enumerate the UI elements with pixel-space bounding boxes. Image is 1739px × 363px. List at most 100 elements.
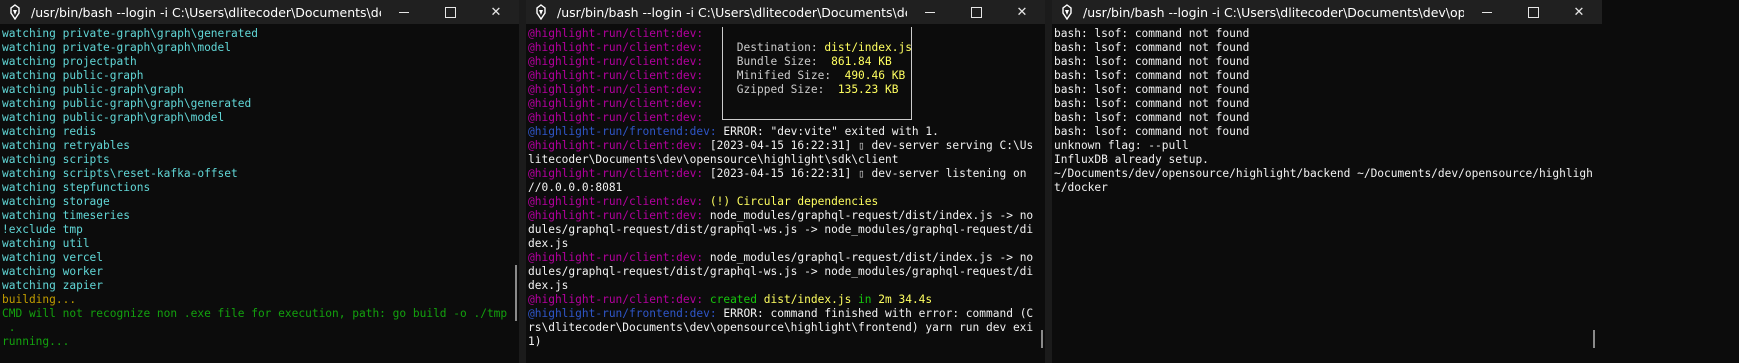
terminal-line: watching stepfunctions <box>2 181 507 195</box>
terminal-line: !exclude tmp <box>2 223 507 237</box>
terminal-window-1[interactable]: /usr/bin/bash --login -i C:\Users\dlitec… <box>0 0 519 363</box>
terminal-text: @highlight-run/client:dev: <box>528 41 704 54</box>
terminal-line: running... <box>2 335 507 349</box>
scrollbar-thumb[interactable] <box>1041 330 1043 348</box>
terminal-text: bash: lsof: command not found <box>1054 111 1250 124</box>
terminal-text: //0.0.0.0:8081 <box>528 181 623 194</box>
terminal-line: bash: lsof: command not found <box>1054 111 1594 125</box>
terminal-text: unknown flag: --pull <box>1054 139 1189 152</box>
maximize-button[interactable] <box>1510 0 1556 24</box>
terminal-text: InfluxDB already setup. <box>1054 153 1209 166</box>
terminal-text: watching private-graph\graph\model <box>2 41 232 54</box>
titlebar[interactable]: /usr/bin/bash --login -i C:\Users\dlitec… <box>526 0 1045 24</box>
terminal-line: bash: lsof: command not found <box>1054 125 1594 139</box>
terminal-line: watching scripts\reset-kafka-offset <box>2 167 507 181</box>
terminal-text: dev-server serving C:\Users\d <box>871 139 1033 152</box>
terminal-text: watching timeseries <box>2 209 130 222</box>
terminal-text: bash: lsof: command not found <box>1054 83 1250 96</box>
terminal-text: @highlight-run/client:dev: <box>528 55 704 68</box>
terminal-text: @highlight-run/client:dev: <box>528 83 704 96</box>
terminal-line: ~/Documents/dev/opensource/highlight/bac… <box>1054 167 1594 181</box>
terminal-line: @highlight-run/client:dev: node_modules/… <box>528 209 1033 223</box>
terminal-text: in <box>851 293 879 306</box>
terminal-text: watching retryables <box>2 139 130 152</box>
minimize-button[interactable] <box>1464 0 1510 24</box>
maximize-icon <box>444 6 456 18</box>
close-button[interactable]: ✕ <box>1556 0 1602 24</box>
terminal-text: watching private-graph\graph\generated <box>2 27 258 40</box>
terminal-text: @highlight-run/client:dev: <box>528 209 704 222</box>
terminal-text: bash: lsof: command not found <box>1054 125 1250 138</box>
terminal-line: dex.js <box>528 237 1033 251</box>
terminal-text: watching vercel <box>2 251 104 264</box>
terminal-text: rs\dlitecoder\Documents\dev\opensource\h… <box>528 321 1033 334</box>
terminal-line: watching worker <box>2 265 507 279</box>
terminal-text: bash: lsof: command not found <box>1054 97 1250 110</box>
terminal-output[interactable]: watching private-graph\graph\generated wa… <box>0 27 507 363</box>
terminal-line: 1) <box>528 335 1033 349</box>
terminal-text: created <box>703 293 764 306</box>
close-button[interactable]: ✕ <box>999 0 1045 24</box>
terminal-window-2[interactable]: /usr/bin/bash --login -i C:\Users\dlitec… <box>526 0 1045 363</box>
terminal-line: //0.0.0.0:8081 <box>528 181 1033 195</box>
terminal-line: @highlight-run/client:dev: [2023-04-15 1… <box>528 139 1033 153</box>
terminal-text: watching stepfunctions <box>2 181 151 194</box>
close-icon: ✕ <box>1016 4 1028 20</box>
terminal-text: watching scripts <box>2 153 110 166</box>
terminal-text: !exclude tmp <box>2 223 83 236</box>
maximize-button[interactable] <box>953 0 999 24</box>
terminal-line: building... <box>2 293 507 307</box>
terminal-line: watching private-graph\graph\generated <box>2 27 507 41</box>
minimize-button[interactable] <box>381 0 427 24</box>
terminal-output[interactable]: bash: lsof: command not found bash: lsof:… <box>1052 27 1594 363</box>
terminal-text: [2023-04-15 16:22:31] <box>703 167 859 180</box>
minimize-icon <box>1482 11 1492 13</box>
terminal-text: @highlight-run/client:dev: <box>528 139 704 152</box>
terminal-line: @highlight-run/client:dev: node_modules/… <box>528 251 1033 265</box>
terminal-line: watching vercel <box>2 251 507 265</box>
terminal-text: dev-server listening on http: <box>871 167 1027 180</box>
maximize-button[interactable] <box>427 0 473 24</box>
terminal-text: dex.js <box>528 237 569 250</box>
window-controls: ✕ <box>1464 0 1602 24</box>
close-button[interactable]: ✕ <box>473 0 519 24</box>
titlebar[interactable]: /usr/bin/bash --login -i C:\Users\dlitec… <box>1052 0 1602 24</box>
terminal-line: watching zapier <box>2 279 507 293</box>
terminal-text: 1) <box>528 335 542 348</box>
terminal-line: bash: lsof: command not found <box>1054 55 1594 69</box>
terminal-text: node_modules/graphql-request/dist/index.… <box>703 209 1033 222</box>
terminal-text: watching public-graph <box>2 69 144 82</box>
terminal-empty-area <box>1602 0 1739 363</box>
titlebar[interactable]: /usr/bin/bash --login -i C:\Users\dlitec… <box>0 0 519 24</box>
terminal-text: ~/Documents/dev/opensource/highlight/bac… <box>1054 167 1593 180</box>
scrollbar-thumb[interactable] <box>515 265 517 321</box>
terminal-line: t/docker <box>1054 181 1594 195</box>
terminal-text: ERROR: command finished with error: comm… <box>716 307 1033 320</box>
terminal-text: t/docker <box>1054 181 1108 194</box>
terminal-text: node_modules/graphql-request/dist/index.… <box>703 251 1033 264</box>
scrollbar-thumb[interactable] <box>1593 330 1595 348</box>
terminal-line: watching storage <box>2 195 507 209</box>
mintty-icon <box>10 4 20 20</box>
terminal-text: dules/graphql-request/dist/graphql-ws.js… <box>528 265 1033 278</box>
window-controls: ✕ <box>907 0 1045 24</box>
minimize-icon <box>399 11 409 13</box>
terminal-line: unknown flag: --pull <box>1054 139 1594 153</box>
terminal-text: watching scripts\reset-kafka-offset <box>2 167 238 180</box>
desktop: /usr/bin/bash --login -i C:\Users\dlitec… <box>0 0 1739 363</box>
terminal-line: bash: lsof: command not found <box>1054 97 1594 111</box>
terminal-line: watching public-graph\graph\generated <box>2 97 507 111</box>
terminal-window-3[interactable]: /usr/bin/bash --login -i C:\Users\dlitec… <box>1052 0 1739 363</box>
terminal-text: . <box>2 321 16 334</box>
maximize-icon <box>970 6 982 18</box>
terminal-text: @highlight-run/client:dev: <box>528 167 704 180</box>
terminal-line: . <box>2 321 507 335</box>
terminal-text: ERROR: "dev:vite" exited with 1. <box>716 125 939 138</box>
terminal-line: bash: lsof: command not found <box>1054 27 1594 41</box>
minimize-button[interactable] <box>907 0 953 24</box>
bundle-summary-box <box>722 27 912 120</box>
terminal-text: ▯ <box>858 167 865 180</box>
terminal-line: dex.js <box>528 279 1033 293</box>
terminal-line: bash: lsof: command not found <box>1054 69 1594 83</box>
minimize-icon <box>925 11 935 13</box>
